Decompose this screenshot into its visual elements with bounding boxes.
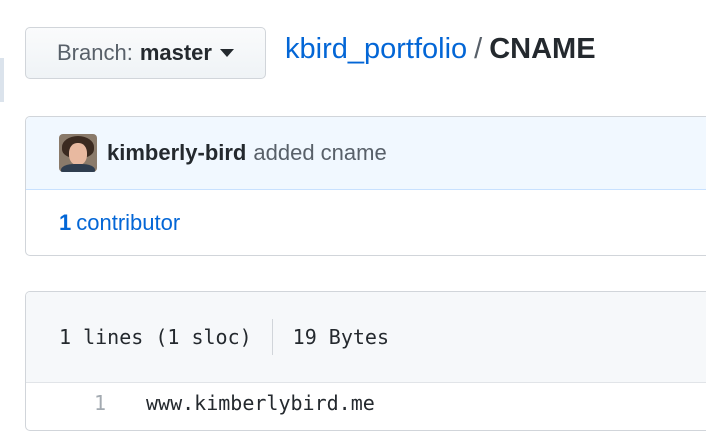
breadcrumb-repo-link[interactable]: kbird_portfolio xyxy=(285,33,467,65)
breadcrumb: kbird_portfolio / CNAME xyxy=(285,33,596,66)
file-viewer: 1 lines (1 sloc) 19 Bytes 1 www.kimberly… xyxy=(25,291,706,431)
latest-commit-tease: kimberly-bird added cname xyxy=(26,117,706,190)
branch-prefix-label: Branch: xyxy=(57,40,133,65)
file-line-count: 1 lines (1 sloc) xyxy=(59,325,252,349)
breadcrumb-file-name: CNAME xyxy=(489,33,596,65)
avatar[interactable] xyxy=(59,134,97,172)
contributor-count: 1 xyxy=(59,210,72,235)
file-size: 19 Bytes xyxy=(292,325,389,349)
chevron-down-icon xyxy=(219,49,234,57)
branch-name: master xyxy=(139,40,212,65)
line-number[interactable]: 1 xyxy=(26,391,146,415)
commit-message-link[interactable]: added cname xyxy=(253,140,386,166)
contributors-link[interactable]: 1 contributor xyxy=(26,190,706,255)
line-content: www.kimberlybird.me xyxy=(146,391,375,415)
file-header: 1 lines (1 sloc) 19 Bytes xyxy=(26,292,706,383)
file-info-divider xyxy=(271,319,273,355)
breadcrumb-separator: / xyxy=(474,33,483,65)
code-line: 1 www.kimberlybird.me xyxy=(26,383,706,423)
contributor-label: contributor xyxy=(76,210,181,235)
commit-info-box: kimberly-bird added cname 1 contributor xyxy=(25,116,706,256)
sidebar-edge-indicator xyxy=(0,58,4,102)
commit-author-link[interactable]: kimberly-bird xyxy=(107,140,246,166)
branch-select-button[interactable]: Branch: master xyxy=(25,27,266,79)
